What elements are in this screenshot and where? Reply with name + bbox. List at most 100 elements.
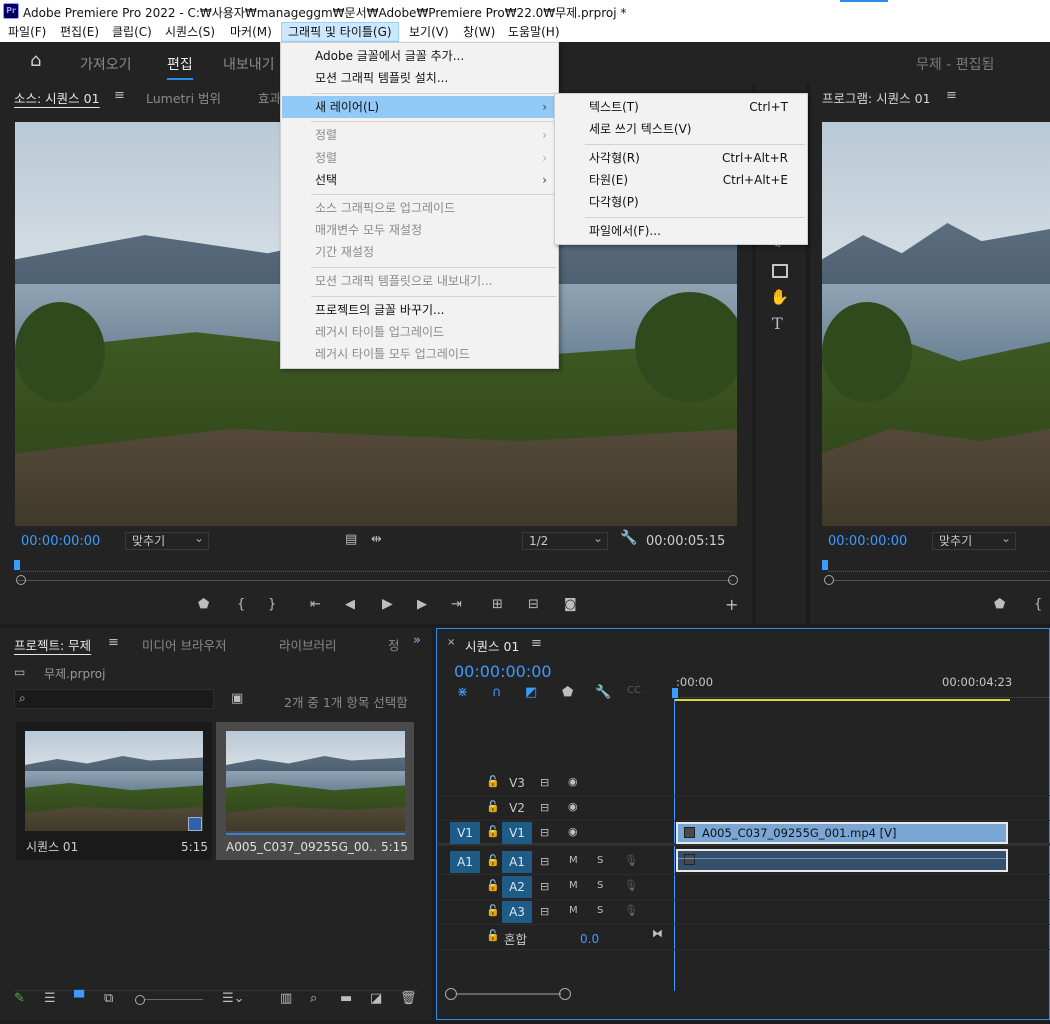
source-resolution-dropdown[interactable]: 1/2 — [522, 530, 608, 550]
lock-icon[interactable]: 🔓 — [486, 854, 500, 867]
mute-button[interactable]: M — [569, 905, 578, 916]
home-icon[interactable]: ⌂ — [30, 50, 41, 71]
source-timecode[interactable]: 00:00:00:00 — [21, 534, 100, 549]
menu-item-install-mogrt[interactable]: 모션 그래픽 템플릿 설치... — [282, 67, 557, 89]
menu-clip[interactable]: 클립(C) — [106, 22, 158, 42]
lock-icon[interactable]: 🔓 — [486, 825, 500, 838]
eye-icon[interactable]: ◉ — [568, 800, 578, 813]
tab-program[interactable]: 프로그램: 시퀀스 01 — [822, 88, 931, 107]
track-v3[interactable]: 🔓 V3 ⊟ ◉ — [440, 771, 1050, 796]
mic-icon[interactable]: 🎙 — [624, 854, 638, 867]
go-to-in-icon[interactable]: ⇤ — [310, 597, 321, 612]
new-bin-from-search-icon[interactable]: ▣ — [231, 691, 243, 706]
track-a2[interactable]: 🔓 A2 ⊟ M S 🎙 — [440, 875, 1050, 900]
zoom-handle-right[interactable] — [728, 575, 738, 585]
sync-lock-icon[interactable]: ⊟ — [540, 905, 549, 918]
track-target-v3[interactable]: V3 — [502, 772, 532, 794]
mark-out-icon[interactable]: } — [268, 597, 276, 612]
close-tab-icon[interactable]: × — [447, 637, 455, 648]
captions-icon[interactable]: CC — [627, 685, 641, 696]
program-panel-menu-icon[interactable]: ≡ — [946, 88, 957, 103]
step-forward-icon[interactable]: ▶ — [417, 597, 427, 612]
program-zoom-bar[interactable] — [834, 580, 1050, 581]
project-panel-menu-icon[interactable]: ≡ — [108, 635, 119, 650]
mic-icon[interactable]: 🎙 — [624, 904, 638, 917]
drag-video-icon[interactable]: ⇹ — [371, 532, 382, 547]
menu-sequence[interactable]: 시퀀스(S) — [159, 22, 221, 42]
audio-clip[interactable] — [676, 849, 1008, 872]
track-target-v1[interactable]: V1 — [502, 822, 532, 844]
tab-source[interactable]: 소스: 시퀀스 01 — [14, 88, 100, 107]
project-search-input[interactable]: ⌕ — [14, 689, 214, 709]
go-to-out-icon[interactable]: ⇥ — [451, 597, 462, 612]
overwrite-icon[interactable]: ⊟ — [528, 597, 539, 612]
source-zoom-bar[interactable] — [18, 580, 732, 581]
lock-icon[interactable]: 🔓 — [486, 904, 500, 917]
menu-edit[interactable]: 편집(E) — [54, 22, 105, 42]
menu-item-upgrade-legacy-title[interactable]: 레거시 타이틀 업그레이드 — [282, 321, 557, 343]
project-item-clip[interactable]: A005_C037_09255G_00... 5:15 — [216, 722, 414, 860]
icon-view-icon[interactable]: ▀ — [74, 991, 84, 1006]
menu-item-arrange[interactable]: 정렬 › — [282, 147, 557, 169]
track-a3[interactable]: 🔓 A3 ⊟ M S 🎙 — [440, 900, 1050, 925]
source-fit-dropdown[interactable]: 맞추기 — [125, 530, 209, 550]
lock-icon[interactable]: 🔓 — [486, 879, 500, 892]
solo-button[interactable]: S — [597, 905, 603, 916]
work-area-bar[interactable] — [674, 699, 1010, 701]
track-target-v2[interactable]: V2 — [502, 797, 532, 819]
menu-window[interactable]: 창(W) — [457, 22, 501, 42]
menu-item-add-adobe-fonts[interactable]: Adobe 글꼴에서 글꼴 추가... — [282, 45, 557, 67]
track-v2[interactable]: 🔓 V2 ⊟ ◉ — [440, 796, 1050, 821]
menu-graphics-titles[interactable]: 그래픽 및 타이틀(G) — [281, 22, 399, 42]
source-ruler[interactable] — [20, 564, 732, 572]
tab-info[interactable]: 정 — [388, 635, 398, 654]
find-icon[interactable]: ⌕ — [310, 991, 317, 1006]
submenu-item-text[interactable]: 텍스트(T) Ctrl+T — [556, 96, 806, 118]
timeline-zoom-handle-right[interactable] — [559, 988, 571, 1000]
thumbnail-size-slider[interactable] — [145, 999, 203, 1000]
program-video-frame[interactable] — [822, 122, 1050, 526]
mute-button[interactable]: M — [569, 880, 578, 891]
mic-icon[interactable]: 🎙 — [624, 879, 638, 892]
source-patch-v1[interactable]: V1 — [450, 822, 480, 844]
tab-lumetri-scopes[interactable]: Lumetri 범위 — [146, 88, 221, 107]
menu-item-reset-duration[interactable]: 기간 재설정 — [282, 241, 557, 263]
workspace-tab-edit[interactable]: 편집 — [167, 54, 193, 80]
mix-volume[interactable]: 0.0 — [580, 932, 599, 946]
timeline-playhead-handle[interactable] — [672, 688, 678, 698]
snap-icon[interactable]: ∩ — [492, 685, 502, 700]
tab-project[interactable]: 프로젝트: 무제 — [14, 635, 91, 654]
menu-file[interactable]: 파일(F) — [2, 22, 52, 42]
rectangle-tool-icon[interactable] — [772, 264, 788, 278]
program-fit-dropdown[interactable]: 맞추기 — [932, 530, 1016, 550]
tab-libraries[interactable]: 라이브러리 — [279, 635, 337, 654]
menu-marker[interactable]: 마커(M) — [224, 22, 278, 42]
timeline-panel-menu-icon[interactable]: ≡ — [531, 636, 542, 651]
program-add-marker-icon[interactable]: ⬟ — [994, 597, 1005, 612]
automate-to-sequence-icon[interactable]: ▥ — [280, 991, 292, 1006]
camera-icon[interactable]: ◙ — [564, 597, 577, 612]
menu-help[interactable]: 도움말(H) — [502, 22, 566, 42]
lock-icon[interactable]: 🔓 — [486, 800, 500, 813]
list-view-icon[interactable]: ☰ — [44, 991, 56, 1006]
menu-item-reset-all-parameters[interactable]: 매개변수 모두 재설정 — [282, 219, 557, 241]
sync-lock-icon[interactable]: ⊟ — [540, 855, 549, 868]
clip-export-icon[interactable]: ▤ — [345, 532, 357, 547]
new-item-icon[interactable]: ◪ — [370, 991, 382, 1006]
freeform-view-icon[interactable]: ⧉ — [104, 991, 113, 1006]
eye-icon[interactable]: ◉ — [568, 775, 578, 788]
menu-item-upgrade-to-source-graphic[interactable]: 소스 그래픽으로 업그레이드 — [282, 197, 557, 219]
panel-menu-icon[interactable]: ≡ — [114, 88, 125, 103]
insert-nest-icon[interactable]: ⋇ — [457, 685, 468, 700]
project-item-sequence[interactable]: 시퀀스 01 5:15 — [16, 722, 212, 860]
menu-view[interactable]: 보기(V) — [403, 22, 455, 42]
timeline-zoom-handle-left[interactable] — [445, 988, 457, 1000]
tab-timeline-sequence[interactable]: 시퀀스 01 — [465, 636, 519, 655]
program-timecode[interactable]: 00:00:00:00 — [828, 534, 907, 549]
menu-item-replace-fonts[interactable]: 프로젝트의 글꼴 바꾸기... — [282, 299, 557, 321]
tab-effects[interactable]: 효과 — [258, 88, 281, 107]
hand-tool-icon[interactable]: ✋ — [770, 288, 789, 306]
lock-icon[interactable]: 🔓 — [486, 775, 500, 788]
lock-icon[interactable]: 🔓 — [486, 929, 500, 942]
timeline-ruler[interactable] — [674, 690, 1050, 698]
